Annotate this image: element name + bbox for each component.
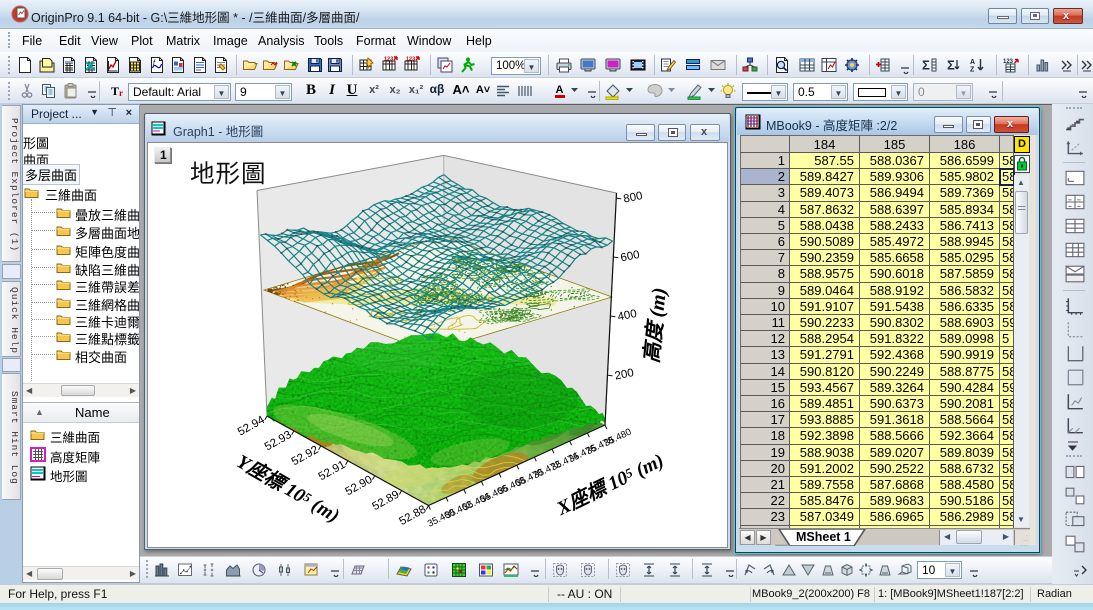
svg-text:A: A bbox=[556, 84, 564, 96]
svg-text:Σ: Σ bbox=[947, 58, 955, 73]
svg-text:123: 123 bbox=[384, 57, 393, 63]
svg-text:r: r bbox=[119, 88, 123, 98]
svg-text:600: 600 bbox=[620, 249, 641, 264]
svg-text:52.93: 52.93 bbox=[263, 429, 294, 453]
svg-text:52.89: 52.89 bbox=[370, 489, 401, 513]
svg-text:400: 400 bbox=[617, 308, 638, 323]
svg-text:Z: Z bbox=[970, 67, 975, 74]
svg-text:52.88: 52.88 bbox=[397, 504, 428, 528]
svg-text:52.91: 52.91 bbox=[317, 459, 348, 483]
svg-text:800: 800 bbox=[622, 190, 643, 205]
svg-text:52.94: 52.94 bbox=[236, 414, 268, 439]
svg-text:52.90: 52.90 bbox=[344, 474, 375, 498]
svg-text:Y座標 105 (m): Y座標 105 (m) bbox=[233, 451, 343, 527]
svg-text:35.480: 35.480 bbox=[602, 427, 633, 450]
svg-text:52.92: 52.92 bbox=[290, 444, 321, 468]
svg-text:高度 (m): 高度 (m) bbox=[640, 286, 671, 364]
svg-text:Σ: Σ bbox=[922, 58, 930, 73]
svg-text:A: A bbox=[970, 59, 975, 66]
svg-text:T: T bbox=[111, 84, 119, 98]
svg-text:123: 123 bbox=[406, 57, 415, 63]
svg-text:200: 200 bbox=[614, 367, 635, 382]
